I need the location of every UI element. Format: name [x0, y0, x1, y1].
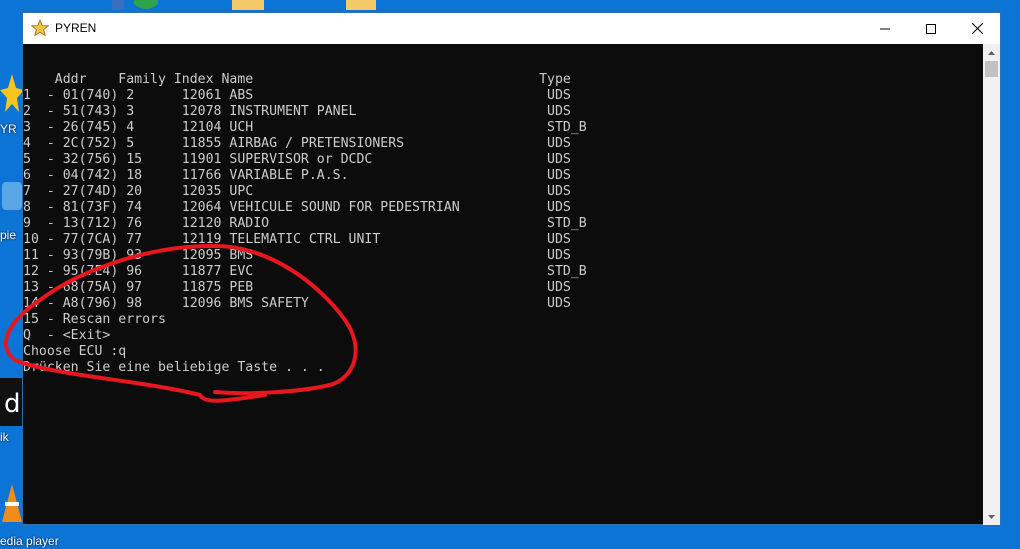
desktop-label: ik	[0, 430, 9, 444]
desktop-label: YR	[0, 122, 17, 136]
console-output[interactable]: Addr Family Index Name Type 1 - 01(740) …	[23, 44, 983, 525]
console-window[interactable]: PYREN Addr Family Index Name Type 1 - 01…	[22, 12, 1001, 525]
scroll-down-button[interactable]	[983, 508, 1000, 525]
desktop-label: edia player	[0, 534, 59, 548]
vlc-icon[interactable]	[0, 480, 24, 528]
console-text: Addr Family Index Name Type 1 - 01(740) …	[23, 72, 587, 376]
arrow-up-icon	[988, 50, 995, 55]
console-line: 10 - 77(7CA) 77 12119 TELEMATIC CTRL UNI…	[23, 232, 571, 247]
title-bar[interactable]: PYREN	[23, 13, 1000, 44]
desktop-label: pie	[0, 228, 17, 242]
chrome-icon[interactable]	[134, 0, 158, 10]
folder-icon[interactable]	[346, 0, 376, 10]
console-line: 7 - 27(74D) 20 12035 UPC UDS	[23, 184, 571, 199]
console-line: 4 - 2C(752) 5 11855 AIRBAG / PRETENSIONE…	[23, 136, 571, 151]
console-line: Drücken Sie eine beliebige Taste . . .	[23, 360, 325, 375]
console-line: 12 - 95(7E4) 96 11877 EVC STD_B	[23, 264, 587, 279]
close-icon	[971, 23, 983, 34]
close-button[interactable]	[954, 13, 1000, 44]
console-line: 6 - 04(742) 18 11766 VARIABLE P.A.S. UDS	[23, 168, 571, 183]
console-line: 3 - 26(745) 4 12104 UCH STD_B	[23, 120, 587, 135]
console-line: 8 - 81(73F) 74 12064 VEHICULE SOUND FOR …	[23, 200, 571, 215]
console-line: 13 - 68(75A) 97 11875 PEB UDS	[23, 280, 571, 295]
console-line: 9 - 13(712) 76 12120 RADIO STD_B	[23, 216, 587, 231]
console-line: 2 - 51(743) 3 12078 INSTRUMENT PANEL UDS	[23, 104, 571, 119]
arrow-down-icon	[988, 514, 995, 519]
app-shortcut-icon[interactable]	[0, 178, 24, 218]
console-line: Choose ECU :q	[23, 344, 127, 359]
console-line: 5 - 32(756) 15 11901 SUPERVISOR or DCDC …	[23, 152, 571, 167]
star-shortcut-icon[interactable]	[0, 72, 24, 114]
minimize-icon	[880, 28, 890, 29]
console-line: 15 - Rescan errors	[23, 312, 166, 327]
console-line: 11 - 93(79B) 93 12095 BMS UDS	[23, 248, 571, 263]
maximize-button[interactable]	[908, 13, 954, 44]
svg-text:d: d	[4, 389, 21, 419]
console-line: 14 - A8(796) 98 12096 BMS SAFETY UDS	[23, 296, 571, 311]
console-line: Q - <Exit>	[23, 328, 111, 343]
scroll-thumb[interactable]	[985, 61, 998, 77]
window-title: PYREN	[55, 21, 97, 35]
maximize-icon	[926, 23, 936, 34]
console-line: 1 - 01(740) 2 12061 ABS UDS	[23, 88, 571, 103]
tiktok-icon[interactable]: d	[0, 378, 24, 426]
minimize-button[interactable]	[862, 13, 908, 44]
folder-icon[interactable]	[232, 0, 264, 10]
scroll-up-button[interactable]	[983, 44, 1000, 61]
desktop-shortcut-icon[interactable]	[112, 0, 124, 10]
star-app-icon	[31, 19, 49, 37]
console-line: Addr Family Index Name Type	[54, 72, 571, 87]
vertical-scrollbar[interactable]	[983, 44, 1000, 525]
